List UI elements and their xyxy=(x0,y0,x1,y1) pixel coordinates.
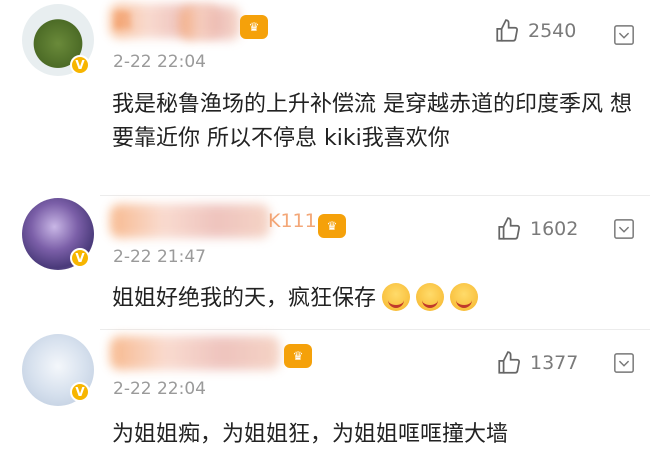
like-count: 1377 xyxy=(530,352,579,374)
comment-text: 为姐姐痴，为姐姐狂，为姐姐哐哐撞大墙 xyxy=(112,422,509,447)
username-blur xyxy=(110,336,280,370)
comment-item: V ♛ 2-22 22:04 1377 为姐姐痴，为姐姐狂，为姐姐哐哐撞大墙 xyxy=(0,330,650,459)
chevron-down-icon[interactable] xyxy=(613,24,635,46)
chevron-down-icon[interactable] xyxy=(613,218,635,240)
like-button[interactable]: 1602 xyxy=(496,216,578,242)
chevron-down-icon[interactable] xyxy=(613,352,635,374)
laughing-emoji-icon xyxy=(416,283,445,311)
like-button[interactable]: 1377 xyxy=(496,350,578,376)
thumbs-up-icon xyxy=(498,217,520,240)
like-count: 2540 xyxy=(528,20,577,42)
comment-text: 我是秘鲁渔场的上升补偿流 是穿越赤道的印度季风 想要靠近你 所以不停息 kiki… xyxy=(112,92,632,151)
comment-text: 姐姐好绝我的天，疯狂保存 xyxy=(112,282,479,316)
vip-crown-icon: ♛ xyxy=(318,214,346,238)
username-blur-tail xyxy=(180,6,240,40)
like-button[interactable]: 2540 xyxy=(494,18,576,44)
thumbs-up-icon xyxy=(496,19,518,42)
comment-text-content: 姐姐好绝我的天，疯狂保存 xyxy=(112,286,377,311)
verified-icon: V xyxy=(70,55,90,75)
comment-item: V K111 ♛ 2-22 21:47 1602 姐姐好绝我的天，疯狂保存 xyxy=(0,196,650,328)
comment-item: V 霸 ♛ 2-22 22:04 2540 我是秘鲁渔场的上升补偿流 是穿越赤道… xyxy=(0,0,650,195)
username[interactable]: K111 xyxy=(268,210,317,238)
vip-crown-icon: ♛ xyxy=(240,15,268,39)
timestamp: 2-22 22:04 xyxy=(113,379,206,399)
verified-icon: V xyxy=(70,382,90,402)
verified-icon: V xyxy=(70,248,90,268)
timestamp: 2-22 22:04 xyxy=(113,52,206,72)
timestamp: 2-22 21:47 xyxy=(113,247,206,267)
laughing-emoji-icon xyxy=(450,283,479,311)
vip-crown-icon: ♛ xyxy=(284,344,312,368)
thumbs-up-icon xyxy=(498,351,520,374)
laughing-emoji-icon xyxy=(382,283,411,311)
username[interactable]: 霸 xyxy=(113,6,132,34)
like-count: 1602 xyxy=(530,218,579,240)
username-blur xyxy=(110,204,270,238)
